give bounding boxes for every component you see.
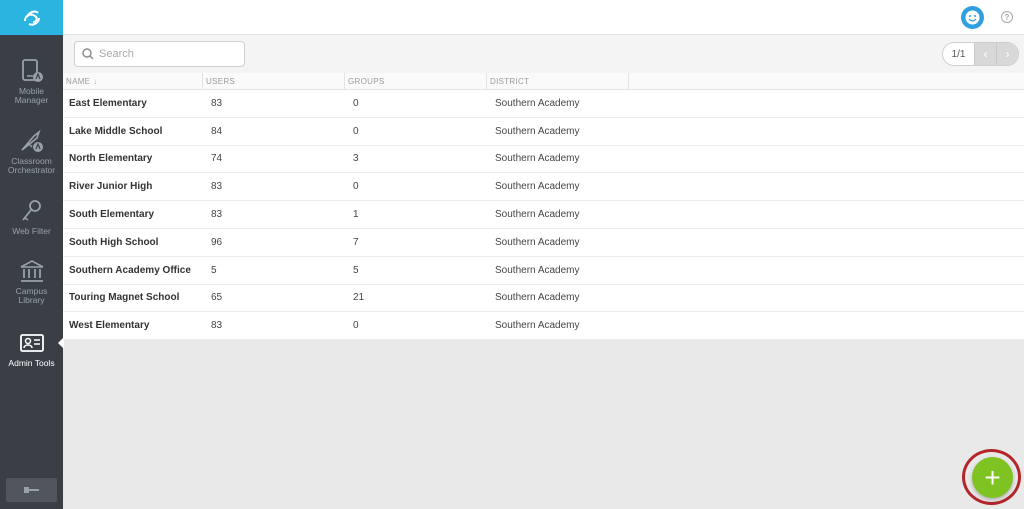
school-name: Southern Academy Office: [69, 264, 191, 276]
sidebar-item-label: Web Filter: [12, 226, 51, 236]
group-count: 7: [353, 236, 359, 248]
search-icon: [82, 48, 94, 60]
toolbar: 1/1 ‹ ›: [63, 35, 1024, 73]
column-header-users[interactable]: USERS: [203, 73, 345, 89]
table-row[interactable]: River Junior High 83 0 Southern Academy: [63, 173, 1024, 202]
id-card-icon: [19, 330, 45, 356]
top-bar: ?: [63, 0, 1024, 35]
key-icon: [19, 198, 45, 224]
column-header-groups[interactable]: GROUPS: [345, 73, 487, 89]
user-count: 84: [211, 125, 223, 137]
sidebar-item-label: Mobile Manager: [14, 86, 49, 105]
logo-icon: [23, 10, 40, 26]
user-count: 74: [211, 153, 223, 165]
help-icon[interactable]: ?: [1001, 11, 1013, 23]
group-count: 0: [353, 320, 359, 332]
add-school-button[interactable]: +: [972, 457, 1013, 498]
chevron-right-icon: ›: [1005, 47, 1010, 61]
school-name: Touring Magnet School: [69, 292, 180, 304]
user-count: 65: [211, 292, 223, 304]
library-icon: [19, 258, 45, 284]
plus-icon: +: [984, 461, 1001, 493]
pagination: 1/1 ‹ ›: [942, 42, 1019, 66]
logout-button[interactable]: [6, 478, 57, 502]
district-name: Southern Academy: [495, 125, 580, 137]
wand-icon: [19, 128, 45, 154]
district-name: Southern Academy: [495, 264, 580, 276]
user-count: 83: [211, 320, 223, 332]
sidebar-item-label: Admin Tools: [8, 358, 55, 368]
table-row[interactable]: North Elementary 74 3 Southern Academy: [63, 146, 1024, 174]
user-count: 5: [211, 264, 217, 276]
table-row[interactable]: East Elementary 83 0 Southern Academy: [63, 90, 1024, 118]
school-name: North Elementary: [69, 153, 153, 165]
table-row[interactable]: South High School 96 7 Southern Academy: [63, 229, 1024, 257]
school-name: River Junior High: [69, 181, 153, 193]
sidebar-item-campus-library[interactable]: Campus Library: [0, 250, 63, 318]
table-row[interactable]: South Elementary 83 1 Southern Academy: [63, 201, 1024, 229]
sidebar-item-label: Campus Library: [15, 286, 48, 305]
group-count: 0: [353, 125, 359, 137]
group-count: 0: [353, 181, 359, 193]
sidebar-item-mobile-manager[interactable]: Mobile Manager: [0, 50, 63, 118]
group-count: 5: [353, 264, 359, 276]
search-input[interactable]: [99, 48, 239, 60]
table-body: East Elementary 83 0 Southern Academy Lake M…: [63, 90, 1024, 341]
avatar[interactable]: [961, 6, 984, 29]
chevron-left-icon: ‹: [983, 47, 988, 61]
group-count: 1: [353, 209, 359, 221]
school-name: West Elementary: [69, 320, 150, 332]
column-header-name[interactable]: NAME ↓: [63, 73, 203, 89]
sort-arrow-icon: ↓: [93, 76, 98, 86]
district-name: Southern Academy: [495, 153, 580, 165]
group-count: 0: [353, 97, 359, 109]
tablet-icon: [19, 58, 45, 84]
user-count: 83: [211, 181, 223, 193]
smiley-icon: [965, 10, 980, 25]
sidebar-item-classroom-orchestrator[interactable]: Classroom Orchestrator: [0, 120, 63, 188]
search-box[interactable]: [74, 41, 245, 67]
sidebar-item-admin-tools[interactable]: Admin Tools: [0, 322, 63, 390]
user-count: 96: [211, 236, 223, 248]
district-name: Southern Academy: [495, 292, 580, 304]
school-name: South Elementary: [69, 209, 155, 221]
school-name: East Elementary: [69, 97, 147, 109]
group-count: 3: [353, 153, 359, 165]
user-count: 83: [211, 209, 223, 221]
column-header-district[interactable]: DISTRICT: [487, 73, 629, 89]
group-count: 21: [353, 292, 365, 304]
logout-icon: [23, 487, 39, 493]
table-row[interactable]: Touring Magnet School 65 21 Southern Academ…: [63, 285, 1024, 313]
district-name: Southern Academy: [495, 97, 580, 109]
district-name: Southern Academy: [495, 181, 580, 193]
page-count: 1/1: [951, 48, 966, 60]
schools-table: NAME ↓ USERS GROUPS DISTRICT East Elemen…: [63, 73, 1024, 341]
sidebar-item-label: Classroom Orchestrator: [7, 156, 56, 175]
previous-page-button[interactable]: ‹: [974, 43, 996, 65]
table-row[interactable]: Lake Middle School 84 0 Southern Academy: [63, 118, 1024, 146]
school-name: South High School: [69, 236, 159, 248]
table-row[interactable]: West Elementary 83 0 Southern Academy: [63, 312, 1024, 341]
district-name: Southern Academy: [495, 236, 580, 248]
table-header: NAME ↓ USERS GROUPS DISTRICT: [63, 73, 1024, 90]
school-name: Lake Middle School: [69, 125, 163, 137]
sidebar-item-web-filter[interactable]: Web Filter: [0, 190, 63, 258]
user-count: 83: [211, 97, 223, 109]
sidebar: Mobile Manager Classroom Orchestrator Web …: [0, 0, 63, 509]
district-name: Southern Academy: [495, 320, 580, 332]
table-row[interactable]: Southern Academy Office 5 5 Southern Academ…: [63, 257, 1024, 285]
district-name: Southern Academy: [495, 209, 580, 221]
app-logo[interactable]: [0, 0, 63, 35]
next-page-button[interactable]: ›: [996, 43, 1018, 65]
